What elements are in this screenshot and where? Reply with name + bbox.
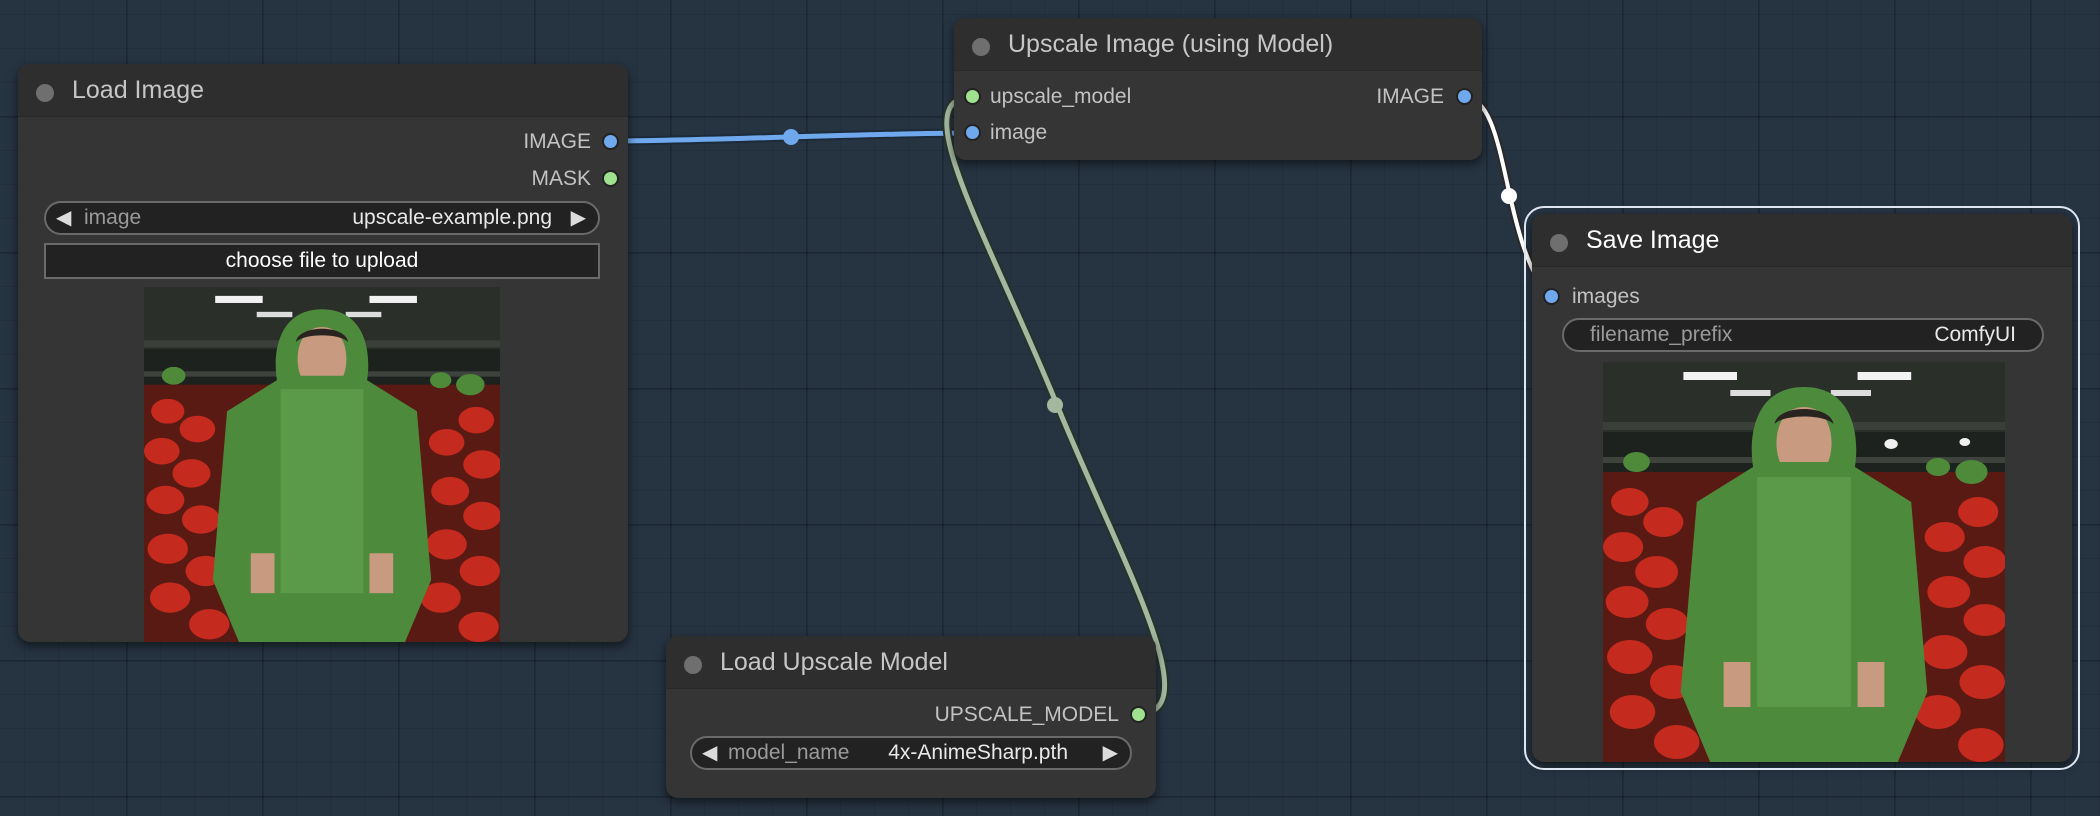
node-header[interactable]: Load Upscale Model — [666, 636, 1156, 689]
input-label-images: images — [1572, 285, 1640, 308]
node-header[interactable]: Save Image — [1532, 214, 2072, 267]
filename-prefix-widget[interactable]: filename_prefix ComfyUI — [1562, 318, 2044, 352]
decrement-arrow-icon[interactable]: ◀ — [702, 738, 717, 768]
input-slot-image[interactable] — [966, 126, 979, 139]
widget-value: ComfyUI — [1934, 323, 2016, 346]
node-header[interactable]: Load Image — [18, 64, 628, 117]
node-title: Load Image — [72, 76, 205, 104]
output-slot-mask[interactable] — [604, 172, 617, 185]
node-title: Upscale Image (using Model) — [1008, 30, 1334, 58]
image-preview — [144, 287, 500, 642]
output-label-mask: MASK — [531, 167, 591, 190]
collapse-dot-icon[interactable] — [1550, 234, 1568, 252]
output-label-image: IMAGE — [523, 130, 591, 153]
increment-arrow-icon[interactable]: ▶ — [1103, 738, 1118, 768]
output-label-image: IMAGE — [1376, 85, 1444, 108]
input-label-image: image — [990, 121, 1048, 144]
node-title: Save Image — [1586, 226, 1720, 254]
link-upscale-model-midpoint[interactable] — [1047, 397, 1063, 413]
widget-name: image — [84, 206, 142, 229]
collapse-dot-icon[interactable] — [36, 84, 54, 102]
choose-file-upload-button[interactable]: choose file to upload — [44, 243, 600, 279]
decrement-arrow-icon[interactable]: ◀ — [56, 203, 71, 233]
input-slot-upscale-model[interactable] — [966, 90, 979, 103]
input-label-upscale-model: upscale_model — [990, 85, 1132, 108]
collapse-dot-icon[interactable] — [972, 38, 990, 56]
output-slot-image[interactable] — [1458, 90, 1471, 103]
node-load-upscale-model[interactable]: Load Upscale Model UPSCALE_MODEL ◀ model… — [666, 636, 1156, 798]
node-upscale-image[interactable]: Upscale Image (using Model) upscale_mode… — [954, 18, 1482, 160]
image-combo-widget[interactable]: ◀ image upscale-example.png ▶ — [44, 201, 600, 235]
output-slot-image[interactable] — [604, 135, 617, 148]
model-name-combo-widget[interactable]: ◀ model_name 4x-AnimeSharp.pth ▶ — [690, 736, 1132, 770]
node-title: Load Upscale Model — [720, 648, 948, 676]
input-slot-images[interactable] — [1545, 290, 1558, 303]
widget-value: upscale-example.png — [352, 206, 552, 229]
widget-value: 4x-AnimeSharp.pth — [888, 741, 1068, 764]
widget-name: model_name — [728, 741, 850, 764]
widget-name: filename_prefix — [1590, 323, 1733, 346]
increment-arrow-icon[interactable]: ▶ — [571, 203, 586, 233]
output-label-upscale-model: UPSCALE_MODEL — [934, 703, 1119, 726]
output-slot-upscale-model[interactable] — [1132, 708, 1145, 721]
node-load-image[interactable]: Load Image IMAGE MASK ◀ image upscale-ex… — [18, 64, 628, 642]
image-preview — [1603, 362, 2005, 762]
node-save-image[interactable]: Save Image images filename_prefix ComfyU… — [1524, 206, 2080, 770]
node-header[interactable]: Upscale Image (using Model) — [954, 18, 1482, 71]
collapse-dot-icon[interactable] — [684, 656, 702, 674]
link-output-midpoint[interactable] — [1501, 188, 1517, 204]
link-image-midpoint[interactable] — [783, 129, 799, 145]
